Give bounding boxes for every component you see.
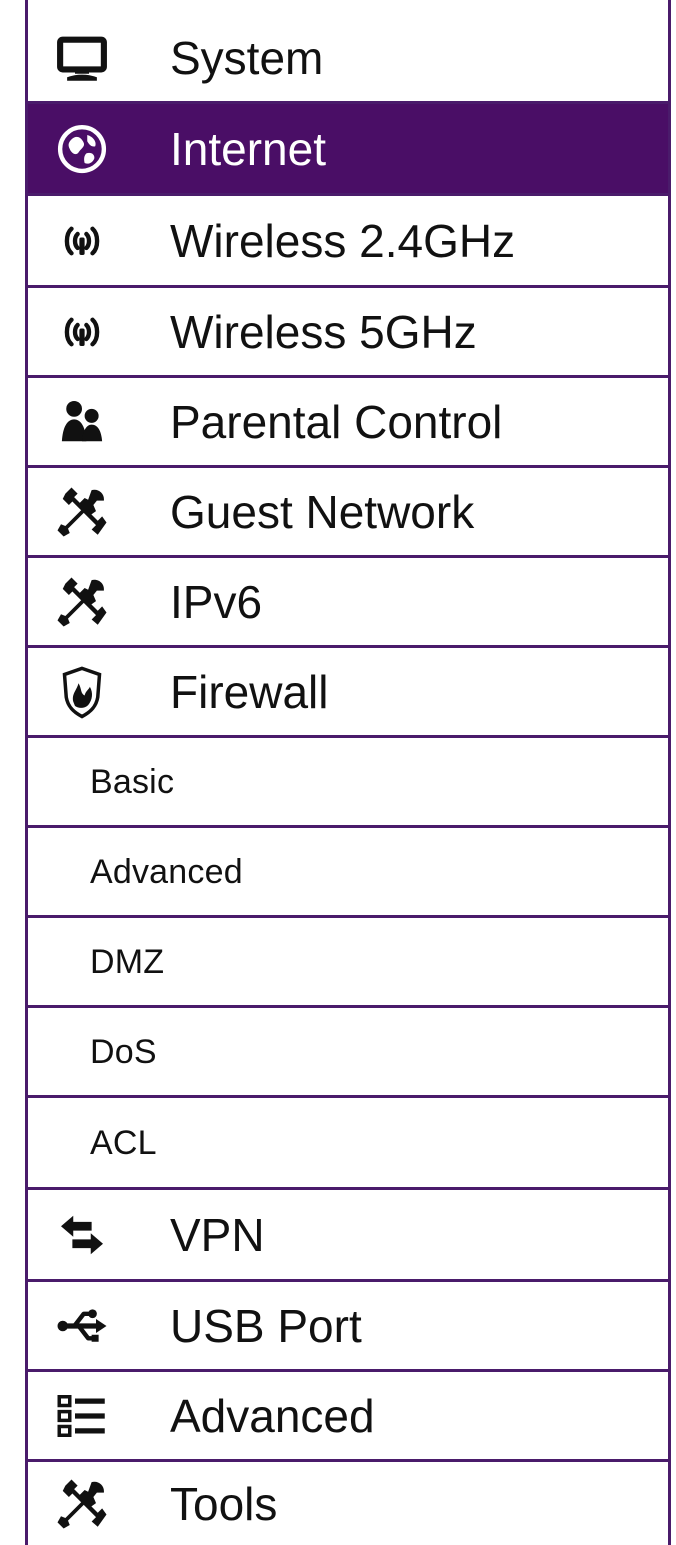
menu-item-wireless-5ghz[interactable]: Wireless 5GHz: [28, 288, 668, 378]
submenu-item-dos[interactable]: DoS: [28, 1008, 668, 1098]
menu-item-label: VPN: [170, 1208, 265, 1261]
menu-item-label: Wireless 5GHz: [170, 305, 477, 358]
menu-item-guest-network[interactable]: Guest Network: [28, 468, 668, 558]
tools-icon: [52, 1474, 112, 1534]
navigation-menu: System Internet Wireless 2.4GHz Wireless…: [25, 0, 671, 1545]
tools-icon: [52, 482, 112, 542]
menu-item-label: Firewall: [170, 665, 329, 718]
globe-icon: [52, 119, 112, 179]
monitor-icon: [52, 28, 112, 88]
tools-icon: [52, 572, 112, 632]
menu-item-label: Wireless 2.4GHz: [170, 214, 516, 267]
submenu-item-label: Advanced: [90, 852, 243, 891]
menu-item-wireless-24ghz[interactable]: Wireless 2.4GHz: [28, 196, 668, 288]
submenu-item-label: DoS: [90, 1032, 157, 1071]
users-icon: [52, 392, 112, 452]
menu-item-label: Guest Network: [170, 485, 475, 538]
menu-item-label: Parental Control: [170, 395, 503, 448]
usb-icon: [52, 1296, 112, 1356]
submenu-item-basic[interactable]: Basic: [28, 738, 668, 828]
wireless-icon: [52, 302, 112, 362]
menu-item-tools[interactable]: Tools: [28, 1462, 668, 1545]
menu-item-label: Internet: [170, 122, 326, 175]
submenu-item-acl[interactable]: ACL: [28, 1098, 668, 1190]
menu-item-label: Advanced: [170, 1389, 375, 1442]
menu-item-system[interactable]: System: [28, 14, 668, 104]
submenu-item-advanced[interactable]: Advanced: [28, 828, 668, 918]
menu-item-label: USB Port: [170, 1299, 362, 1352]
shield-fire-icon: [52, 662, 112, 722]
menu-item-vpn[interactable]: VPN: [28, 1190, 668, 1282]
list-icon: [52, 1386, 112, 1446]
menu-item-advanced[interactable]: Advanced: [28, 1372, 668, 1462]
menu-item-ipv6[interactable]: IPv6: [28, 558, 668, 648]
menu-item-internet[interactable]: Internet: [28, 104, 668, 196]
menu-item-label: System: [170, 31, 324, 84]
menu-item-parental-control[interactable]: Parental Control: [28, 378, 668, 468]
submenu-item-label: DMZ: [90, 942, 165, 981]
wireless-icon: [52, 211, 112, 271]
menu-item-firewall[interactable]: Firewall: [28, 648, 668, 738]
menu-item-label: IPv6: [170, 575, 263, 628]
swap-arrows-icon: [52, 1205, 112, 1265]
menu-item-label: Tools: [170, 1477, 278, 1530]
submenu-item-label: ACL: [90, 1123, 157, 1162]
menu-item-usb-port[interactable]: USB Port: [28, 1282, 668, 1372]
submenu-item-dmz[interactable]: DMZ: [28, 918, 668, 1008]
submenu-item-label: Basic: [90, 762, 175, 801]
